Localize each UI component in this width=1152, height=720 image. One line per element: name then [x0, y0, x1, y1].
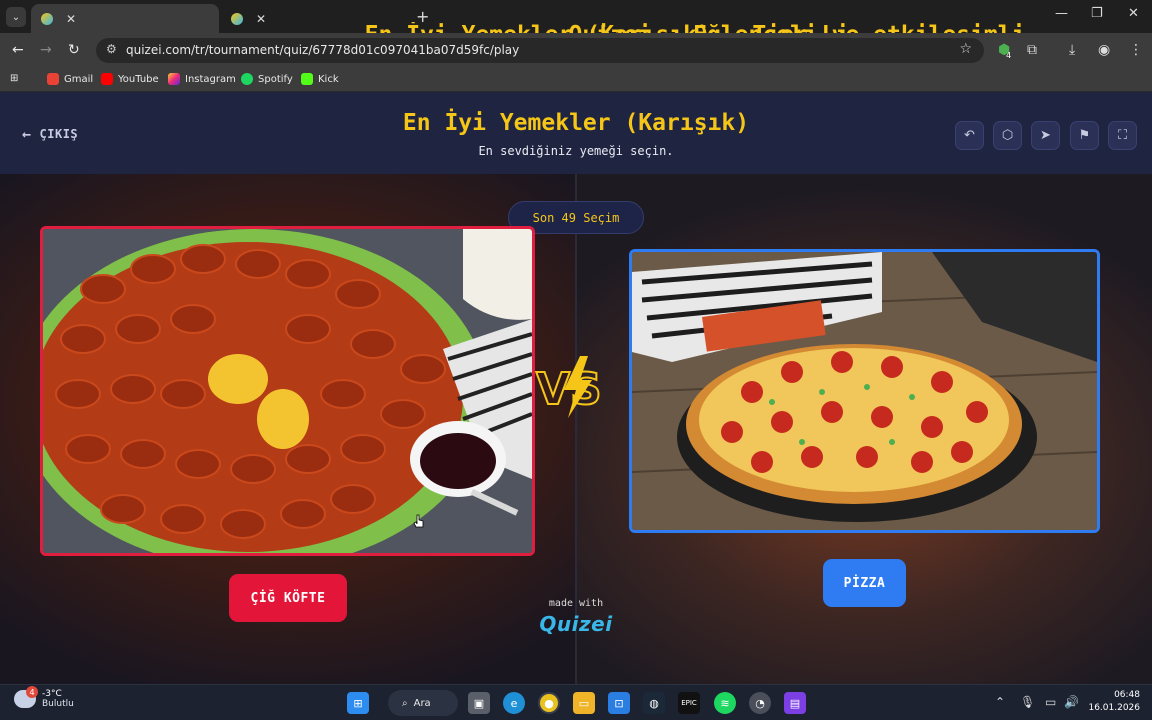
restore-icon[interactable]: ❐	[1091, 6, 1103, 21]
share-button[interactable]: ➤	[1031, 121, 1060, 150]
cloud-icon: 4	[14, 686, 38, 708]
kick-icon	[301, 73, 313, 85]
url-text: quizei.com/tr/tournament/quiz/67778d01c0…	[126, 43, 520, 57]
weather-widget[interactable]: 4 -3°C Bulutlu	[14, 686, 74, 709]
undo-icon: ↶	[964, 128, 975, 143]
bookmarks-bar: ⊞ Gmail YouTube Instagram Spotify Kick	[0, 68, 1152, 92]
tab-inactive[interactable]: Quizei - Eğlenceli ve etkileşimli ✕	[221, 4, 1025, 48]
start-windows-icon[interactable]: ⊞	[347, 692, 369, 714]
extension-badge: 4	[1006, 51, 1012, 60]
tab-strip: ⌄ En İyi Yemekler (Karışık) - Tier Li ✕ …	[0, 0, 1152, 48]
bookmark-kick[interactable]: Kick	[301, 73, 339, 85]
back-icon[interactable]: ←	[12, 42, 24, 58]
system-clock[interactable]: 06:48 16.01.2026	[1088, 689, 1140, 715]
microphone-icon[interactable]: 🎙	[1020, 695, 1035, 709]
extensions-icon[interactable]: ⧉	[1027, 42, 1037, 58]
app-icon[interactable]: ◔	[749, 692, 771, 714]
browser-toolbar: ← → ↻ ⚙ quizei.com/tr/tournament/quiz/67…	[0, 33, 1152, 68]
weather-badge: 4	[26, 686, 38, 698]
bookmark-gmail[interactable]: Gmail	[47, 73, 93, 85]
hand-cursor-icon	[413, 514, 424, 528]
quiz-header: ← ÇIKIŞ En İyi Yemekler (Karışık) En sev…	[0, 92, 1152, 174]
menu-icon[interactable]: ⋮	[1129, 42, 1143, 58]
store-icon[interactable]: ⊡	[608, 692, 630, 714]
spotify-icon[interactable]: ≋	[714, 692, 736, 714]
temperature: -3°C	[42, 689, 62, 699]
undo-button[interactable]: ↶	[955, 121, 984, 150]
apps-grid-icon[interactable]: ⊞	[10, 73, 18, 84]
file-explorer-icon[interactable]: ▭	[573, 692, 595, 714]
forward-icon[interactable]: →	[40, 42, 52, 58]
quiz-page: ← ÇIKIŞ En İyi Yemekler (Karışık) En sev…	[0, 92, 1152, 684]
steam-icon[interactable]: ◍	[643, 692, 665, 714]
shapes-icon: ⬡	[1001, 128, 1014, 143]
gmail-icon	[47, 73, 59, 85]
bookmark-star-icon[interactable]: ☆	[959, 41, 972, 57]
search-icon: ⌕	[402, 697, 408, 709]
pizza-image	[632, 252, 1097, 530]
match-arena: Son 49 Seçim ÇİĞ KÖFTE PİZZA made with Q…	[0, 174, 1152, 684]
bookmark-instagram[interactable]: Instagram	[168, 73, 236, 85]
cig-kofte-image	[43, 229, 532, 553]
reload-icon[interactable]: ↻	[68, 42, 80, 58]
fullscreen-button[interactable]: ⛶	[1108, 121, 1137, 150]
windows-taskbar: 4 -3°C Bulutlu ⊞ ⌕ Ara ▣ e ● ▭ ⊡ ◍ EPIC …	[0, 684, 1152, 720]
clock-date: 16.01.2026	[1088, 703, 1140, 713]
tab-active[interactable]: En İyi Yemekler (Karışık) - Tier Li ✕	[31, 4, 849, 48]
epic-games-icon[interactable]: EPIC	[678, 692, 700, 714]
weather-condition: Bulutlu	[42, 699, 74, 709]
youtube-icon	[101, 73, 113, 85]
fullscreen-icon: ⛶	[1117, 128, 1128, 143]
network-icon[interactable]: ▭	[1045, 695, 1056, 709]
profile-avatar-icon[interactable]: ◉	[1098, 42, 1110, 58]
choose-right-button[interactable]: PİZZA	[823, 559, 906, 607]
show-hidden-icons-icon[interactable]: ⌃	[995, 695, 1005, 709]
address-bar[interactable]: ⚙ quizei.com/tr/tournament/quiz/67778d01…	[96, 38, 984, 63]
volume-icon[interactable]: 🔊	[1064, 695, 1079, 709]
choose-left-button[interactable]: ÇİĞ KÖFTE	[229, 574, 347, 622]
edge-icon[interactable]: e	[503, 692, 525, 714]
clipchamp-icon[interactable]: ▤	[784, 692, 806, 714]
quizei-logo[interactable]: Quizei	[533, 612, 619, 636]
made-with-label: made with	[548, 598, 604, 609]
chrome-icon[interactable]: ●	[538, 692, 560, 714]
task-view-icon[interactable]: ▣	[468, 692, 490, 714]
right-choice-image[interactable]	[629, 249, 1100, 533]
site-info-icon[interactable]: ⚙	[106, 42, 117, 56]
versus-lightning-icon: VS	[535, 356, 603, 418]
bookmark-spotify[interactable]: Spotify	[241, 73, 293, 85]
left-choice-image[interactable]	[40, 226, 535, 556]
instagram-icon	[168, 73, 180, 85]
new-tab-icon[interactable]: +	[416, 7, 429, 26]
report-button[interactable]: ⚑	[1070, 121, 1099, 150]
shapes-button[interactable]: ⬡	[993, 121, 1022, 150]
spotify-icon	[241, 73, 253, 85]
minimize-icon[interactable]: —	[1055, 6, 1068, 21]
send-icon: ➤	[1040, 128, 1051, 143]
clock-time: 06:48	[1114, 690, 1140, 700]
taskbar-search[interactable]: ⌕ Ara	[388, 690, 458, 716]
tab-search-icon[interactable]: ⌄	[6, 7, 26, 27]
close-window-icon[interactable]: ✕	[1128, 6, 1139, 21]
download-icon[interactable]: ⤓	[1069, 42, 1075, 58]
bookmark-youtube[interactable]: YouTube	[101, 73, 159, 85]
flag-icon: ⚑	[1078, 128, 1091, 143]
